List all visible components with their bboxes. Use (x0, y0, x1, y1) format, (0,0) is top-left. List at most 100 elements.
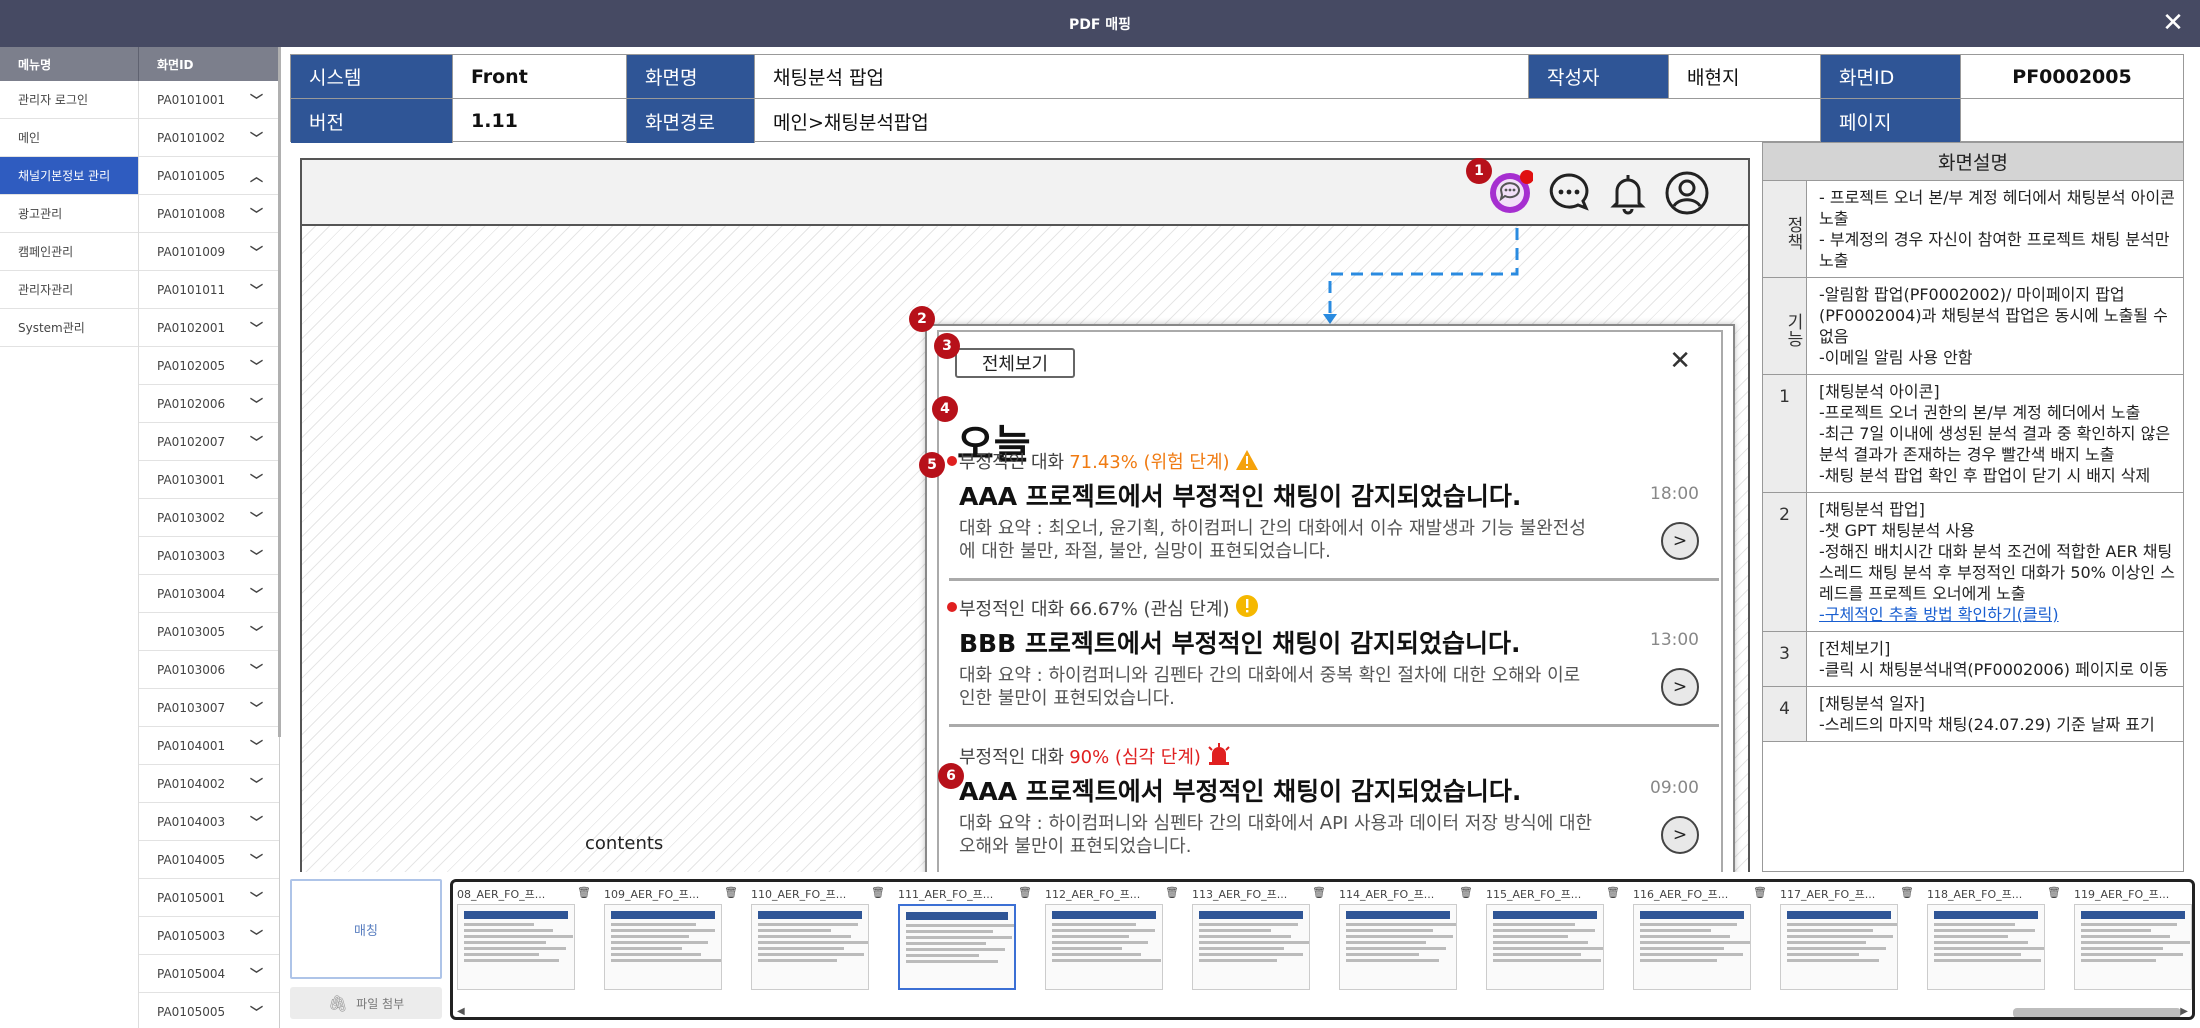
page-value[interactable] (1961, 99, 2183, 143)
page-thumbnail[interactable]: 110_AER_FO_프... 🗑 (749, 886, 889, 996)
chevron-down-icon[interactable]: ﹀ (250, 394, 263, 413)
chevron-down-icon[interactable]: ﹀ (250, 850, 263, 869)
description-line: -챗 GPT 채팅분석 사용 (1819, 521, 1975, 540)
screen-id-item[interactable]: PA0105004 ﹀ (139, 955, 279, 993)
chevron-down-icon[interactable]: ﹀ (250, 508, 263, 527)
screen-id-item[interactable]: PA0103002 ﹀ (139, 499, 279, 537)
chevron-down-icon[interactable]: ﹀ (250, 128, 263, 147)
chevron-down-icon[interactable]: ﹀ (250, 964, 263, 983)
page-thumbnail[interactable]: 112_AER_FO_프... 🗑 (1043, 886, 1183, 996)
trash-icon[interactable]: 🗑 (2047, 886, 2061, 902)
screen-id-item[interactable]: PA0103003 ﹀ (139, 537, 279, 575)
screen-id-item[interactable]: PA0101005 ︿ (139, 157, 279, 195)
screen-id-item[interactable]: PA0101011 ﹀ (139, 271, 279, 309)
trash-icon[interactable]: 🗑 (1900, 886, 1914, 902)
attach-file-button[interactable]: 🖇 파일 첨부 (290, 987, 442, 1019)
screen-id-item[interactable]: PA0102006 ﹀ (139, 385, 279, 423)
screen-id-item[interactable]: PA0103001 ﹀ (139, 461, 279, 499)
page-thumbnail[interactable]: 08_AER_FO_프... 🗑 (455, 886, 595, 996)
screen-id-item[interactable]: PA0105003 ﹀ (139, 917, 279, 955)
match-button[interactable]: 매칭 (290, 879, 442, 979)
extraction-method-link[interactable]: -구체적인 추출 방법 확인하기(클릭) (1819, 604, 2175, 625)
trash-icon[interactable]: 🗑 (1606, 886, 1620, 902)
screen-id-item[interactable]: PA0102007 ﹀ (139, 423, 279, 461)
chevron-down-icon[interactable]: ﹀ (250, 698, 263, 717)
unread-dot-icon (947, 456, 957, 466)
chevron-down-icon[interactable]: ﹀ (250, 432, 263, 451)
notification-item[interactable]: 부정적인 대화 66.67% (관심 단계) BBB 프로젝트에서 부정적인 채… (947, 594, 1719, 710)
page-thumbnail[interactable]: 109_AER_FO_프... 🗑 (602, 886, 742, 996)
trash-icon[interactable]: 🗑 (724, 886, 738, 902)
chevron-down-icon[interactable]: ﹀ (250, 736, 263, 755)
chevron-down-icon[interactable]: ﹀ (250, 774, 263, 793)
page-thumbnail[interactable]: 111_AER_FO_프... 🗑 (896, 886, 1036, 996)
screen-id-item[interactable]: PA0102001 ﹀ (139, 309, 279, 347)
view-all-button[interactable]: 전체보기 (955, 348, 1075, 378)
screen-id-item[interactable]: PA0101002 ﹀ (139, 119, 279, 157)
scroll-left-icon[interactable]: ◀ (457, 1006, 465, 1017)
menu-item[interactable]: 채널기본정보 관리 (0, 157, 138, 195)
open-detail-button[interactable]: > (1661, 668, 1699, 706)
page-thumbnail[interactable]: 116_AER_FO_프... 🗑 (1631, 886, 1771, 996)
scroll-right-icon[interactable]: ▶ (2180, 1006, 2188, 1017)
page-thumbnail[interactable]: 115_AER_FO_프... 🗑 (1484, 886, 1624, 996)
open-detail-button[interactable]: > (1661, 522, 1699, 560)
trash-icon[interactable]: 🗑 (1312, 886, 1326, 902)
chevron-down-icon[interactable]: ﹀ (250, 204, 263, 223)
menu-item[interactable]: 관리자 로그인 (0, 81, 138, 119)
chevron-down-icon[interactable]: ﹀ (250, 470, 263, 489)
menu-item[interactable]: 관리자관리 (0, 271, 138, 309)
chevron-down-icon[interactable]: ﹀ (250, 888, 263, 907)
screen-id-item[interactable]: PA0101001 ﹀ (139, 81, 279, 119)
screen-id-item[interactable]: PA0104001 ﹀ (139, 727, 279, 765)
trash-icon[interactable]: 🗑 (871, 886, 885, 902)
screen-id-item[interactable]: PA0105001 ﹀ (139, 879, 279, 917)
screen-id-item[interactable]: PA0103006 ﹀ (139, 651, 279, 689)
screen-id-item[interactable]: PA0101009 ﹀ (139, 233, 279, 271)
chevron-down-icon[interactable]: ﹀ (250, 318, 263, 337)
screen-id-item[interactable]: PA0101008 ﹀ (139, 195, 279, 233)
chevron-down-icon[interactable]: ﹀ (250, 546, 263, 565)
screen-id-item[interactable]: PA0103004 ﹀ (139, 575, 279, 613)
screen-id-item[interactable]: PA0102005 ﹀ (139, 347, 279, 385)
close-icon[interactable]: ✕ (2158, 8, 2188, 38)
chevron-down-icon[interactable]: ﹀ (250, 242, 263, 261)
popup-close-icon[interactable]: ✕ (1669, 346, 1691, 376)
screen-id-item[interactable]: PA0105005 ﹀ (139, 993, 279, 1028)
page-thumbnail[interactable]: 118_AER_FO_프... 🗑 (1925, 886, 2065, 996)
chevron-down-icon[interactable]: ﹀ (250, 622, 263, 641)
sidebar-scrollbar[interactable] (278, 47, 281, 737)
screen-id-item[interactable]: PA0103007 ﹀ (139, 689, 279, 727)
page-thumbnail[interactable]: 113_AER_FO_프... 🗑 (1190, 886, 1330, 996)
chevron-down-icon[interactable]: ﹀ (250, 926, 263, 945)
notification-item[interactable]: 부정적인 대화 71.43% (위험 단계) AAA 프로젝트에서 부정적인 채… (947, 448, 1719, 563)
chevron-up-icon[interactable]: ︿ (250, 166, 263, 185)
menu-item[interactable]: 광고관리 (0, 195, 138, 233)
chevron-down-icon[interactable]: ﹀ (250, 356, 263, 375)
screen-id-item[interactable]: PA0103005 ﹀ (139, 613, 279, 651)
trash-icon[interactable]: 🗑 (577, 886, 591, 902)
open-detail-button[interactable]: > (1661, 816, 1699, 854)
screen-id-item[interactable]: PA0104005 ﹀ (139, 841, 279, 879)
screen-id-item[interactable]: PA0104003 ﹀ (139, 803, 279, 841)
menu-item[interactable]: 캠페인관리 (0, 233, 138, 271)
menu-item[interactable]: 메인 (0, 119, 138, 157)
trash-icon[interactable]: 🗑 (1018, 886, 1032, 902)
chevron-down-icon[interactable]: ﹀ (250, 812, 263, 831)
trash-icon[interactable]: 🗑 (1459, 886, 1473, 902)
trash-icon[interactable]: 🗑 (1753, 886, 1767, 902)
page-thumbnail[interactable]: 114_AER_FO_프... 🗑 (1337, 886, 1477, 996)
notification-item[interactable]: 부정적인 대화 90% (심각 단계) AAA 프로젝트에서 부정적인 채팅이 … (959, 742, 1719, 858)
screen-id-item[interactable]: PA0104002 ﹀ (139, 765, 279, 803)
chevron-down-icon[interactable]: ﹀ (250, 90, 263, 109)
page-thumbnail[interactable]: 119_AER_FO_프... 🗑 (2072, 886, 2195, 996)
menu-item[interactable]: System관리 (0, 309, 138, 347)
thumbnail-scrollbar[interactable] (2013, 1008, 2181, 1017)
chevron-down-icon[interactable]: ﹀ (250, 584, 263, 603)
chevron-down-icon[interactable]: ﹀ (250, 1002, 263, 1021)
chevron-down-icon[interactable]: ﹀ (250, 280, 263, 299)
trash-icon[interactable]: 🗑 (1165, 886, 1179, 902)
chevron-down-icon[interactable]: ﹀ (250, 660, 263, 679)
trash-icon[interactable]: 🗑 (2194, 886, 2195, 902)
page-thumbnail[interactable]: 117_AER_FO_프... 🗑 (1778, 886, 1918, 996)
